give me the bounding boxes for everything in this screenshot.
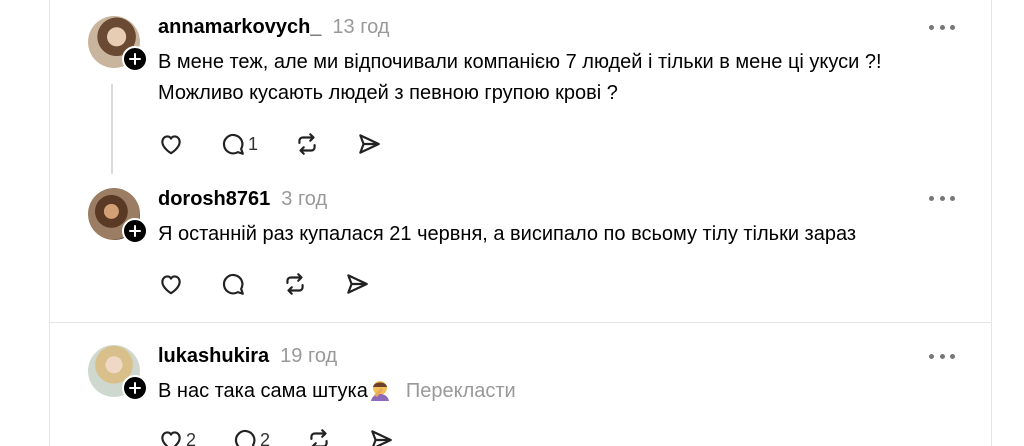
comment-text: В нас така сама штука Перекласти	[158, 376, 958, 407]
action-bar: 1	[158, 131, 418, 157]
timestamp[interactable]: 19 год	[280, 345, 337, 368]
woman-facepalming-icon	[370, 381, 389, 401]
comment-header: annamarkovych_ 13 год	[158, 16, 389, 39]
comment-text-line: Можливо кусають людей з певною групою кр…	[158, 82, 618, 104]
more-icon[interactable]	[929, 188, 955, 208]
action-bar	[158, 271, 406, 297]
more-icon[interactable]	[929, 346, 955, 366]
follow-plus-icon[interactable]	[122, 218, 148, 244]
repost-button[interactable]	[306, 427, 332, 446]
comment-text: Я останній раз купалася 21 червня, а вис…	[158, 223, 857, 245]
repost-icon	[310, 429, 328, 446]
comment-header: dorosh8761 3 год	[158, 188, 327, 211]
avatar[interactable]	[88, 188, 148, 244]
thread-line	[111, 84, 113, 174]
repost-button[interactable]	[294, 131, 320, 157]
reply-button[interactable]	[220, 271, 246, 297]
like-button[interactable]	[158, 271, 184, 297]
comment-text: В мене теж, але ми відпочивали компанією…	[158, 47, 958, 109]
comment-icon	[234, 429, 256, 446]
heart-icon	[161, 275, 181, 295]
share-button[interactable]	[344, 271, 370, 297]
send-icon	[371, 430, 392, 446]
divider	[50, 322, 991, 323]
username[interactable]: lukashukira	[158, 345, 269, 368]
share-button[interactable]	[356, 131, 382, 157]
username[interactable]: dorosh8761	[158, 188, 270, 211]
avatar[interactable]	[88, 16, 148, 72]
username[interactable]: annamarkovych_	[158, 16, 321, 39]
timestamp[interactable]: 13 год	[332, 16, 389, 39]
action-bar: 2 2	[158, 427, 430, 446]
comment-text-content: В нас така сама штука	[158, 380, 368, 402]
follow-plus-icon[interactable]	[122, 46, 148, 72]
heart-icon	[161, 431, 181, 446]
comment-icon	[222, 273, 244, 295]
send-icon	[347, 274, 368, 294]
avatar[interactable]	[88, 345, 148, 401]
reply-button[interactable]: 2	[232, 427, 270, 446]
like-count: 2	[186, 429, 197, 446]
translate-link[interactable]: Перекласти	[406, 380, 516, 402]
repost-icon	[298, 133, 316, 155]
comments-panel: annamarkovych_ 13 год В мене теж, але ми…	[49, 0, 992, 446]
comment-text-line: В мене теж, але ми відпочивали компанією…	[158, 51, 882, 73]
follow-plus-icon[interactable]	[122, 375, 148, 401]
like-button[interactable]: 2	[158, 427, 196, 446]
reply-count: 2	[260, 429, 271, 446]
comment-icon	[222, 133, 244, 155]
send-icon	[359, 134, 380, 154]
like-button[interactable]	[158, 131, 184, 157]
repost-button[interactable]	[282, 271, 308, 297]
reply-count: 1	[248, 133, 259, 154]
comment-header: lukashukira 19 год	[158, 345, 337, 368]
repost-icon	[286, 273, 304, 295]
timestamp[interactable]: 3 год	[281, 188, 327, 211]
reply-button[interactable]: 1	[220, 131, 258, 157]
more-icon[interactable]	[929, 17, 955, 37]
heart-icon	[161, 135, 181, 155]
share-button[interactable]	[368, 427, 394, 446]
